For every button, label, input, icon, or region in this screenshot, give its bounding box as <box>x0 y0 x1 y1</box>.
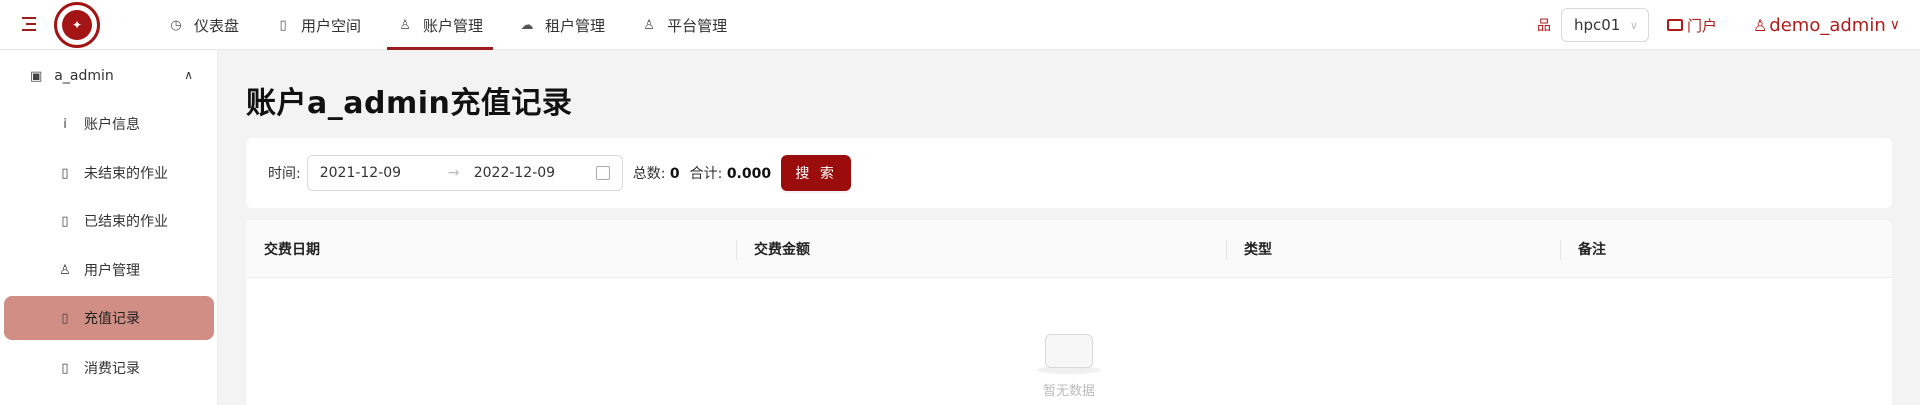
cloud-icon: ☁ <box>520 17 534 33</box>
user-menu[interactable]: ♙ demo_admin ∨ <box>1753 15 1900 36</box>
user-icon: ♙ <box>643 17 655 33</box>
nav-label: 用户空间 <box>301 16 362 35</box>
nav-account-management[interactable]: ♙ 账户管理 <box>379 0 501 50</box>
calendar-icon <box>595 166 610 180</box>
start-date[interactable]: 2021-12-09 <box>320 165 448 181</box>
nav-user-space[interactable]: ▯ 用户空间 <box>257 0 379 50</box>
menu-toggle-icon[interactable] <box>22 16 36 32</box>
total-label: 总数: <box>632 166 666 182</box>
top-header: ✦ ◷ 仪表盘 ▯ 用户空间 ♙ 账户管理 ☁ 租户管理 ♙ 平台管理 品 hp… <box>0 0 1920 50</box>
book-icon: ▯ <box>61 360 69 376</box>
portal-link[interactable]: 门户 <box>1666 15 1717 36</box>
header-tools: 品 hpc01 ∨ 门户 ♙ demo_admin ∨ <box>1537 0 1900 50</box>
chevron-down-icon: ∨ <box>1889 17 1900 33</box>
account-icon: ▣ <box>30 68 43 84</box>
end-date[interactable]: 2022-12-09 <box>474 165 594 181</box>
nav-label: 账户管理 <box>423 16 484 35</box>
cluster-icon: 品 <box>1536 18 1551 34</box>
filter-bar: 时间: 2021-12-09 → 2022-12-09 总数: 0 合计: 0.… <box>246 138 1892 208</box>
empty-text: 暂无数据 <box>1042 384 1095 399</box>
date-range-picker[interactable]: 2021-12-09 → 2022-12-09 <box>306 155 623 191</box>
chevron-up-icon: ∧ <box>184 68 193 82</box>
sidebar-item-consumption-records[interactable]: ▯ 消费记录 <box>4 346 214 390</box>
sidebar-item-label: 未结束的作业 <box>84 166 168 182</box>
nav-tenant-management[interactable]: ☁ 租户管理 <box>501 0 623 50</box>
book-icon: ▯ <box>279 17 287 33</box>
column-header[interactable]: 交费金额 <box>736 220 1226 278</box>
sum-value: 0.000 <box>726 166 772 182</box>
main-content: 账户a_admin充值记录 时间: 2021-12-09 → 2022-12-0… <box>218 50 1920 405</box>
column-header[interactable]: 类型 <box>1226 220 1560 278</box>
sidebar-item-label: 已结束的作业 <box>84 214 168 230</box>
info-icon: i <box>63 116 67 132</box>
user-icon: ♙ <box>59 262 71 278</box>
arrow-right-icon: → <box>447 165 460 181</box>
sidebar-group-label: a_admin <box>54 68 114 84</box>
sidebar-item-label: 用户管理 <box>84 263 140 279</box>
empty-inbox-icon <box>1037 330 1101 374</box>
user-icon: ♙ <box>1752 15 1768 35</box>
nav-label: 仪表盘 <box>194 16 240 35</box>
main-nav: ◷ 仪表盘 ▯ 用户空间 ♙ 账户管理 ☁ 租户管理 ♙ 平台管理 <box>150 0 745 50</box>
chevron-down-icon: ∨ <box>1629 18 1638 32</box>
sidebar-item-recharge-records[interactable]: ▯ 充值记录 <box>4 296 214 340</box>
total-count: 总数: 0 <box>633 163 680 183</box>
records-table: 交费日期 交费金额 类型 备注 暂无数据 <box>246 220 1892 405</box>
table-header: 交费日期 交费金额 类型 备注 <box>246 220 1892 278</box>
dashboard-icon: ◷ <box>170 17 182 33</box>
cluster-select[interactable]: hpc01 ∨ <box>1560 8 1649 42</box>
nav-label: 平台管理 <box>667 16 728 35</box>
book-icon: ▯ <box>61 213 69 229</box>
column-header[interactable]: 交费日期 <box>246 220 736 278</box>
university-logo[interactable]: ✦ <box>54 2 100 48</box>
book-icon: ▯ <box>61 310 69 326</box>
portal-label: 门户 <box>1686 16 1717 35</box>
nav-dashboard[interactable]: ◷ 仪表盘 <box>150 0 257 50</box>
sidebar: ▣ a_admin ∧ i 账户信息 ▯ 未结束的作业 ▯ 已结束的作业 ♙ 用… <box>0 50 218 405</box>
sidebar-item-users[interactable]: ♙ 用户管理 <box>4 248 214 292</box>
column-header[interactable]: 备注 <box>1560 220 1892 278</box>
sidebar-item-account-info[interactable]: i 账户信息 <box>4 102 214 146</box>
search-button[interactable]: 搜 索 <box>781 155 852 191</box>
sidebar-item-label: 消费记录 <box>84 361 140 377</box>
page-title: 账户a_admin充值记录 <box>246 86 573 121</box>
nav-platform-management[interactable]: ♙ 平台管理 <box>623 0 745 50</box>
sum-label: 合计: <box>689 166 723 182</box>
sidebar-item-label: 充值记录 <box>84 311 140 327</box>
logo-emblem: ✦ <box>62 10 92 40</box>
cluster-value: hpc01 <box>1573 16 1621 34</box>
empty-state: 暂无数据 <box>246 330 1892 399</box>
total-sum: 合计: 0.000 <box>690 163 771 183</box>
sidebar-item-label: 账户信息 <box>84 117 140 133</box>
monitor-icon <box>1666 19 1683 31</box>
user-icon: ♙ <box>399 17 411 33</box>
book-icon: ▯ <box>61 165 69 181</box>
nav-label: 租户管理 <box>545 16 606 35</box>
sidebar-item-running-jobs[interactable]: ▯ 未结束的作业 <box>4 151 214 195</box>
time-label: 时间: <box>268 166 301 182</box>
username: demo_admin <box>1769 14 1886 36</box>
sidebar-group-account[interactable]: ▣ a_admin ∧ <box>0 50 217 102</box>
total-value: 0 <box>669 166 680 182</box>
sidebar-item-finished-jobs[interactable]: ▯ 已结束的作业 <box>4 199 214 243</box>
